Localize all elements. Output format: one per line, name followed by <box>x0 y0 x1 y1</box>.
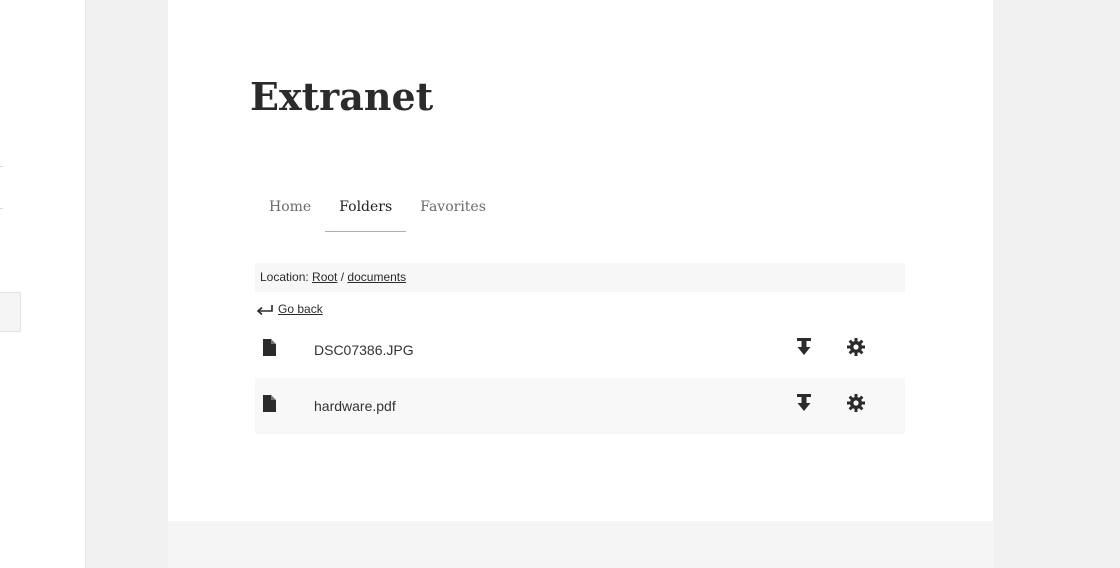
file-name-link[interactable]: hardware.pdf <box>314 398 396 414</box>
file-list: DSC07386.JPG hardware.pdf <box>255 322 905 434</box>
file-name-link[interactable]: DSC07386.JPG <box>314 342 414 358</box>
go-back-label: Go back <box>278 301 323 316</box>
go-back-link[interactable]: Go back <box>256 301 323 316</box>
sidebar-divider <box>0 208 3 209</box>
return-arrow-icon <box>256 301 274 316</box>
gear-icon[interactable] <box>847 338 865 361</box>
file-row: hardware.pdf <box>255 378 905 434</box>
file-icon <box>263 339 276 361</box>
breadcrumb: Location: Root / documents <box>255 263 905 292</box>
breadcrumb-root-link[interactable]: Root <box>312 270 337 284</box>
main-tabs: Home Folders Favorites <box>255 190 500 232</box>
tab-favorites[interactable]: Favorites <box>406 190 500 231</box>
location-label: Location: <box>260 270 313 284</box>
left-sidebar-strip <box>0 0 86 568</box>
sidebar-widget <box>0 292 21 332</box>
tab-folders[interactable]: Folders <box>325 190 407 232</box>
download-icon[interactable] <box>796 394 812 417</box>
tab-home[interactable]: Home <box>255 190 325 231</box>
download-icon[interactable] <box>796 338 812 361</box>
gear-icon[interactable] <box>847 394 865 417</box>
footer-area <box>168 521 993 568</box>
site-title: Extranet <box>250 74 434 119</box>
file-row: DSC07386.JPG <box>255 322 905 378</box>
sidebar-divider <box>0 166 3 167</box>
file-icon <box>263 395 276 417</box>
breadcrumb-documents-link[interactable]: documents <box>347 270 406 284</box>
breadcrumb-separator: / <box>337 270 348 284</box>
